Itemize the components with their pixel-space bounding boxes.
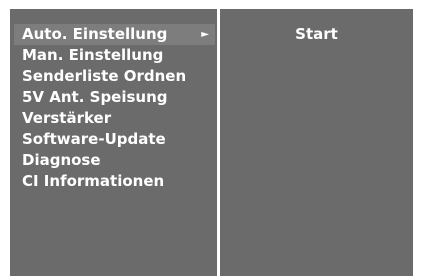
- menu-item-label: 5V Ant. Speisung: [22, 88, 168, 106]
- menu-item-label: CI Informationen: [22, 172, 165, 190]
- menu-item-label: Auto. Einstellung: [22, 25, 168, 43]
- main-menu-list: Auto. Einstellung ► Man. Einstellung Sen…: [14, 24, 215, 192]
- menu-item-label: Verstärker: [22, 109, 112, 127]
- menu-item-auto-einstellung[interactable]: Auto. Einstellung ►: [14, 24, 215, 45]
- menu-item-software-update[interactable]: Software-Update: [14, 129, 215, 150]
- submenu-list: Start: [220, 24, 413, 45]
- menu-item-verstaerker[interactable]: Verstärker: [14, 108, 215, 129]
- setup-menu-panel: Auto. Einstellung ► Man. Einstellung Sen…: [10, 9, 413, 276]
- menu-item-man-einstellung[interactable]: Man. Einstellung: [14, 45, 215, 66]
- menu-item-label: Software-Update: [22, 130, 166, 148]
- menu-item-label: Man. Einstellung: [22, 46, 164, 64]
- triangle-right-icon: ►: [201, 29, 209, 40]
- menu-item-5v-ant-speisung[interactable]: 5V Ant. Speisung: [14, 87, 215, 108]
- submenu-item-label: Start: [295, 25, 338, 43]
- menu-item-diagnose[interactable]: Diagnose: [14, 150, 215, 171]
- menu-item-ci-informationen[interactable]: CI Informationen: [14, 171, 215, 192]
- menu-item-label: Diagnose: [22, 151, 101, 169]
- submenu-item-start[interactable]: Start: [220, 24, 413, 45]
- panel-divider: [217, 9, 220, 276]
- menu-item-label: Senderliste Ordnen: [22, 67, 187, 85]
- menu-item-senderliste-ordnen[interactable]: Senderliste Ordnen: [14, 66, 215, 87]
